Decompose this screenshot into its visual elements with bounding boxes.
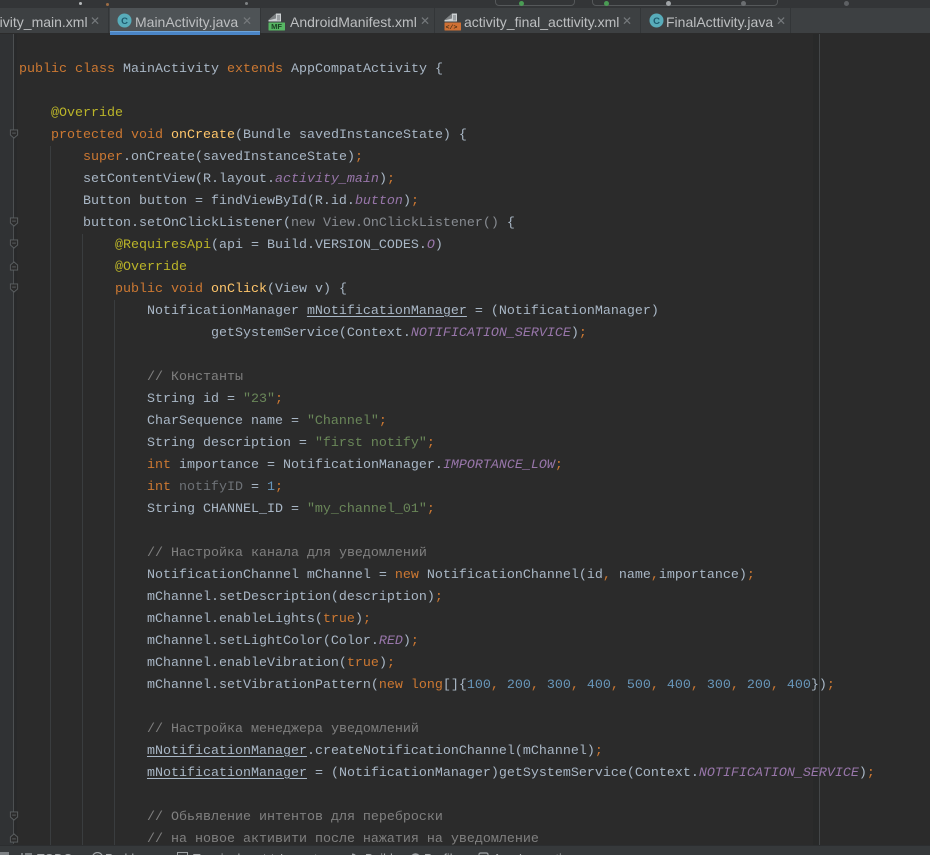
svg-text:MF: MF xyxy=(271,22,282,31)
svg-text:C: C xyxy=(653,16,660,27)
svg-text:C: C xyxy=(121,16,128,27)
svg-text:</>: </> xyxy=(446,24,458,31)
